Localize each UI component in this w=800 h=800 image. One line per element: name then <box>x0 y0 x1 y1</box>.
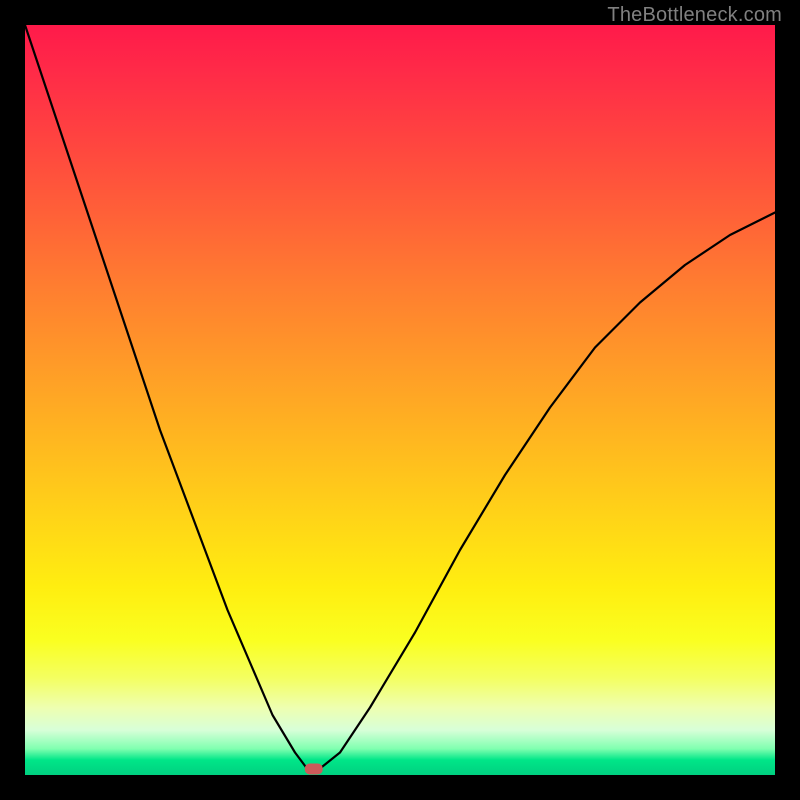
watermark-text: TheBottleneck.com <box>607 4 782 27</box>
plot-area <box>25 25 775 775</box>
bottleneck-curve <box>25 25 775 768</box>
curve-layer <box>25 25 775 775</box>
optimal-point-marker <box>305 764 323 775</box>
chart-frame: TheBottleneck.com <box>0 0 800 800</box>
